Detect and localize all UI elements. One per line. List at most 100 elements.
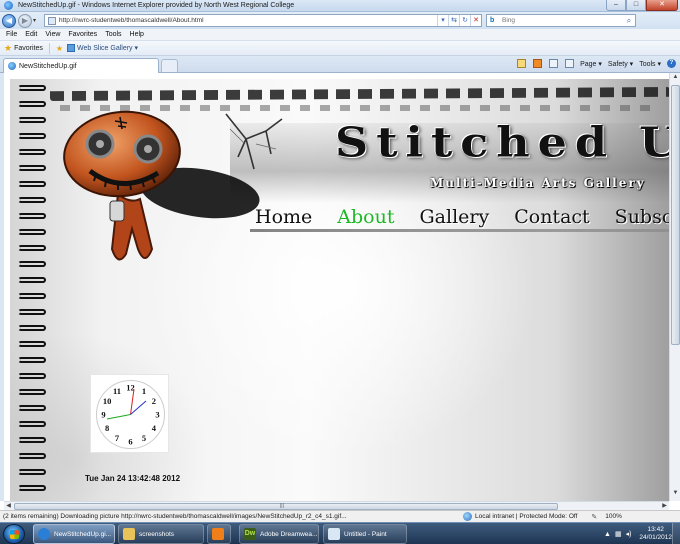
history-dropdown-icon[interactable]: ▾ (33, 17, 40, 24)
menu-edit[interactable]: Edit (25, 31, 37, 38)
search-box[interactable]: b ⌕ (486, 14, 636, 27)
refresh-icon[interactable]: ↻ (459, 15, 470, 26)
safety-menu[interactable]: Safety ▾ (608, 60, 633, 68)
taskbar-item-label: NewStitchedUp.gi... (54, 530, 112, 538)
spiral-ring (18, 117, 46, 123)
vertical-scrollbar[interactable]: ▲ ▼ (669, 73, 680, 501)
back-button[interactable]: ◀ (2, 13, 16, 28)
menu-favorites[interactable]: Favorites (68, 31, 97, 38)
spiral-ring (18, 85, 46, 91)
minimize-button[interactable]: – (606, 0, 626, 11)
tools-menu[interactable]: Tools ▾ (639, 60, 661, 68)
vertical-scroll-thumb[interactable] (671, 85, 680, 345)
horizontal-scroll-thumb[interactable] (14, 503, 558, 510)
protected-mode-icon[interactable]: ✎ (591, 513, 597, 521)
browser-window: NewStitchedUp.gif - Windows Internet Exp… (0, 0, 680, 544)
favorites-button[interactable]: Favorites (14, 45, 43, 52)
nav-home[interactable]: Home (255, 206, 312, 228)
stop-icon[interactable]: ✕ (470, 15, 481, 26)
add-favorite-icon[interactable]: ★ (56, 44, 63, 53)
clock-number: 2 (152, 396, 156, 406)
tab-label: NewStitchedUp.gif (19, 62, 77, 70)
menu-file[interactable]: File (6, 31, 17, 38)
page-viewport: Stitched U Multi-Media Arts Gallery Home… (0, 73, 680, 501)
taskbar-date: 24/01/2012 (639, 534, 672, 541)
scroll-up-icon[interactable]: ▲ (671, 74, 680, 84)
taskbar-clock[interactable]: 13:42 24/01/2012 (639, 526, 672, 542)
web-slice-gallery-link[interactable]: Web Slice Gallery ▾ (77, 44, 138, 52)
spiral-ring (18, 421, 46, 427)
address-dropdown-icon[interactable]: ▾ (437, 15, 448, 26)
nav-gallery[interactable]: Gallery (419, 206, 489, 228)
window-title: NewStitchedUp.gif - Windows Internet Exp… (18, 2, 295, 9)
site-nav: Home About Gallery Contact Subscribe (255, 206, 680, 228)
taskbar-item-paint[interactable]: Untitled - Paint (323, 524, 407, 544)
horizontal-scrollbar[interactable]: ◀ ||| ▶ (4, 501, 669, 510)
spiral-ring (18, 453, 46, 459)
forward-button[interactable]: ▶ (18, 13, 32, 28)
spiral-ring (18, 165, 46, 171)
spiral-ring (18, 357, 46, 363)
status-text: (2 items remaining) Downloading picture … (3, 513, 347, 520)
nav-about[interactable]: About (337, 206, 394, 228)
help-icon[interactable]: ? (667, 59, 676, 68)
maximize-button[interactable]: □ (626, 0, 646, 11)
voodoo-doll-mascot (63, 110, 181, 261)
start-button[interactable] (3, 524, 25, 544)
spiral-binding (12, 79, 46, 501)
bing-icon: b (490, 17, 495, 24)
taskbar-item-media[interactable] (207, 524, 231, 544)
spiral-ring (18, 213, 46, 219)
dreamweaver-icon: Dw (244, 528, 256, 540)
taskbar-item-dreamweaver[interactable]: Dw Adobe Dreamwea... (239, 524, 319, 544)
tab-active[interactable]: NewStitchedUp.gif (3, 58, 159, 73)
page-menu[interactable]: Page ▾ (580, 60, 602, 68)
ie-icon (4, 1, 13, 10)
volume-icon[interactable]: ◂) (626, 530, 632, 538)
spiral-ring (18, 373, 46, 379)
command-bar: Page ▾ Safety ▾ Tools ▾ ? (510, 59, 676, 68)
close-button[interactable]: ✕ (646, 0, 678, 11)
nav-contact[interactable]: Contact (514, 206, 589, 228)
show-desktop-button[interactable] (672, 523, 680, 544)
taskbar-item-explorer[interactable]: screenshots (118, 524, 204, 544)
scroll-down-icon[interactable]: ▼ (671, 490, 680, 500)
feeds-icon[interactable] (533, 59, 543, 68)
address-row: ◀ ▶ ▾ http://nwrc-studentweb/thomascaldw… (0, 12, 680, 29)
spiral-ring (18, 101, 46, 107)
address-url[interactable]: http://nwrc-studentweb/thomascaldwell/Ab… (59, 17, 437, 24)
spiral-ring (18, 341, 46, 347)
taskbar-item-ie[interactable]: NewStitchedUp.gi... (33, 524, 115, 544)
spiral-ring (18, 181, 46, 187)
print-icon[interactable] (565, 59, 575, 68)
favorites-star-icon[interactable]: ★ (4, 43, 12, 54)
site-title: Stitched U (335, 117, 680, 167)
title-bar: NewStitchedUp.gif - Windows Internet Exp… (0, 0, 680, 12)
spiral-ring (18, 309, 46, 315)
spiral-ring (18, 389, 46, 395)
clock-number: 10 (103, 396, 112, 406)
menu-help[interactable]: Help (130, 31, 144, 38)
menu-view[interactable]: View (45, 31, 60, 38)
home-icon[interactable] (517, 59, 527, 68)
spiral-ring (18, 277, 46, 283)
clock-number: 1 (142, 386, 146, 396)
analog-clock: 12 1 2 3 4 5 6 7 8 9 10 11 (90, 374, 169, 453)
menu-tools[interactable]: Tools (105, 31, 121, 38)
new-tab-button[interactable] (161, 59, 178, 72)
spiral-ring (18, 261, 46, 267)
spiral-ring (18, 197, 46, 203)
search-icon[interactable]: ⌕ (623, 16, 635, 26)
network-icon[interactable]: ▦ (615, 530, 622, 538)
tray-expand-icon[interactable]: ▲ (604, 531, 611, 538)
clock-number: 4 (152, 423, 157, 433)
system-tray: ▲ ▦ ◂) 13:42 24/01/2012 (600, 523, 680, 544)
address-bar[interactable]: http://nwrc-studentweb/thomascaldwell/Ab… (44, 14, 482, 27)
search-input[interactable] (502, 17, 623, 24)
security-zone[interactable]: Local intranet | Protected Mode: Off (475, 513, 577, 520)
compat-view-icon[interactable]: ⇆ (448, 15, 459, 26)
zoom-level[interactable]: 100% (605, 513, 622, 520)
intranet-icon (463, 512, 472, 521)
window-controls: – □ ✕ (606, 0, 678, 11)
mail-icon[interactable] (549, 59, 559, 68)
